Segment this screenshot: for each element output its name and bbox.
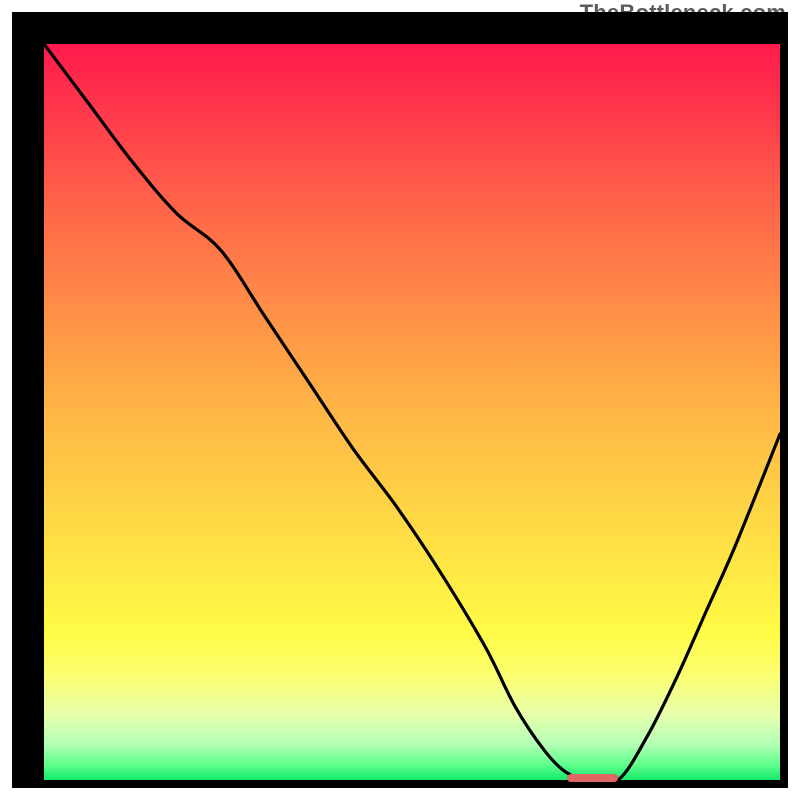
optimal-marker <box>567 774 619 782</box>
chart-plot-area <box>44 44 780 780</box>
curve-path <box>44 44 780 780</box>
chart-frame <box>12 12 788 788</box>
bottleneck-curve <box>44 44 780 780</box>
